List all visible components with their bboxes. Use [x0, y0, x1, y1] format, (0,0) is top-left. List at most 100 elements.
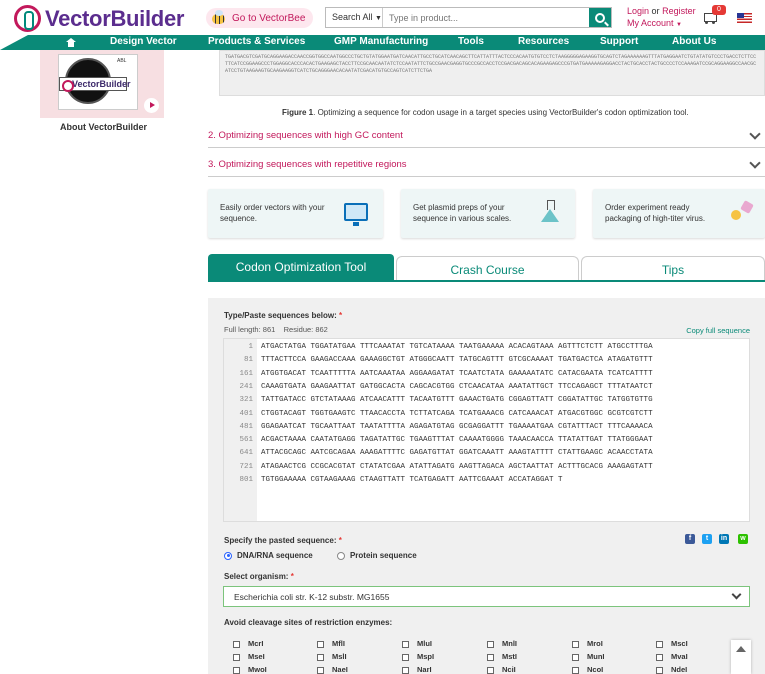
organism-select[interactable]: Escherichia coli str. K-12 substr. MG165…: [223, 586, 750, 607]
twitter-icon[interactable]: t: [702, 534, 712, 544]
line-number: 81: [243, 356, 253, 365]
line-number: 241: [239, 382, 253, 391]
nav-about-us[interactable]: About Us: [672, 36, 716, 47]
enzyme-checkbox[interactable]: MroI: [572, 639, 603, 648]
nav-products-services[interactable]: Products & Services: [208, 36, 305, 47]
enzyme-checkbox[interactable]: NciI: [487, 665, 516, 674]
enzyme-checkbox[interactable]: MslI: [317, 652, 347, 661]
required-mark: *: [339, 311, 343, 320]
enzyme-checkbox[interactable]: NcoI: [572, 665, 603, 674]
enzyme-checkbox[interactable]: MspI: [402, 652, 434, 661]
enzyme-checkbox[interactable]: MnlI: [487, 639, 517, 648]
about-video-thumbnail[interactable]: VectorBuilder ABL: [40, 50, 164, 118]
specify-label: Specify the pasted sequence: *: [224, 536, 342, 545]
search-button[interactable]: [589, 8, 611, 27]
search-scope-select[interactable]: Search All ▼: [326, 8, 383, 27]
nav-tools[interactable]: Tools: [458, 36, 484, 47]
checkbox[interactable]: [317, 653, 324, 661]
enzyme-checkbox[interactable]: McrI: [233, 639, 263, 648]
radio-protein[interactable]: Protein sequence: [336, 551, 417, 560]
nav-design-vector[interactable]: Design Vector: [110, 36, 177, 47]
chevron-down-icon: [749, 128, 761, 140]
promo-plasmid-preps[interactable]: Get plasmid preps of your sequence in va…: [401, 189, 575, 238]
accordion-repetitive-regions[interactable]: 3. Optimizing sequences with repetitive …: [208, 155, 765, 177]
checkbox[interactable]: [487, 666, 494, 674]
radio-button-selected[interactable]: [224, 551, 232, 560]
or-text: or: [651, 6, 660, 16]
chevron-down-icon: ▼: [676, 22, 682, 28]
checkbox[interactable]: [656, 653, 663, 661]
promo-order-vectors[interactable]: Easily order vectors with your sequence.: [208, 189, 383, 238]
checkbox[interactable]: [233, 640, 240, 648]
login-link[interactable]: Login: [627, 6, 649, 16]
enzyme-checkbox[interactable]: NaeI: [317, 665, 348, 674]
enzyme-checkbox[interactable]: MscI: [656, 639, 688, 648]
accordion-high-gc[interactable]: 2. Optimizing sequences with high GC con…: [208, 126, 765, 148]
enzyme-label: NarI: [417, 665, 432, 674]
checkbox[interactable]: [487, 653, 494, 661]
top-header: VectorBuilder Go to VectorBee Search All…: [0, 0, 765, 36]
radio-button[interactable]: [336, 551, 345, 560]
checkbox[interactable]: [572, 640, 579, 648]
enzyme-checkbox[interactable]: MflI: [317, 639, 345, 648]
checkbox[interactable]: [233, 653, 240, 661]
checkbox[interactable]: [233, 666, 240, 674]
enzyme-checkbox[interactable]: MseI: [233, 652, 265, 661]
play-icon[interactable]: [144, 98, 159, 113]
scroll-to-top-button[interactable]: [731, 640, 751, 674]
checkbox[interactable]: [656, 666, 663, 674]
go-to-vectorbee-link[interactable]: Go to VectorBee: [206, 8, 314, 28]
enzyme-checkbox[interactable]: NarI: [402, 665, 432, 674]
vectorbuilder-logo[interactable]: VectorBuilder: [14, 5, 184, 32]
required-mark: *: [338, 536, 342, 545]
checkbox[interactable]: [656, 640, 663, 648]
enzyme-label: NciI: [502, 665, 516, 674]
tab-codon-optimization-tool[interactable]: Codon Optimization Tool: [208, 254, 394, 281]
enzyme-checkbox[interactable]: MstI: [487, 652, 517, 661]
facebook-icon[interactable]: f: [685, 534, 695, 544]
home-icon[interactable]: [66, 38, 76, 47]
radio-dna-rna[interactable]: DNA/RNA sequence: [224, 551, 313, 560]
search-input[interactable]: [383, 8, 589, 27]
monitor-icon: [344, 203, 368, 226]
my-account-link[interactable]: My Account: [627, 18, 674, 28]
nav-gmp-manufacturing[interactable]: GMP Manufacturing: [334, 36, 428, 47]
line-number: 801: [239, 476, 253, 484]
tab-tips[interactable]: Tips: [581, 256, 765, 281]
linkedin-icon[interactable]: in: [719, 534, 729, 544]
promo-virus-packaging[interactable]: Order experiment ready packaging of high…: [593, 189, 765, 238]
nav-resources[interactable]: Resources: [518, 36, 569, 47]
wechat-icon[interactable]: w: [738, 534, 748, 544]
copy-full-sequence-link[interactable]: Copy full sequence: [686, 326, 750, 335]
enzyme-label: MseI: [248, 652, 265, 661]
full-length-label: Full length:: [224, 325, 261, 334]
enzyme-checkbox[interactable]: MunI: [572, 652, 605, 661]
checkbox[interactable]: [317, 666, 324, 674]
chevron-down-icon: ▼: [375, 15, 382, 22]
vectorbuilder-logo-icon: [14, 5, 41, 32]
enzyme-checkbox[interactable]: MvaI: [656, 652, 688, 661]
residue-label: Residue:: [283, 325, 314, 334]
register-link[interactable]: Register: [662, 6, 696, 16]
radio-dna-label: DNA/RNA sequence: [237, 551, 313, 560]
about-vectorbuilder-link[interactable]: About VectorBuilder: [60, 122, 147, 132]
checkbox[interactable]: [487, 640, 494, 648]
checkbox[interactable]: [402, 666, 409, 674]
enzyme-label: MflI: [332, 639, 345, 648]
enzyme-checkbox[interactable]: NdeI: [656, 665, 687, 674]
sequence-editor[interactable]: 1 ATGACTATGA TGGATATGAA TTTCAAATAT TGTCAT…: [223, 338, 750, 522]
search-icon: [595, 12, 605, 23]
nav-support[interactable]: Support: [600, 36, 638, 47]
checkbox[interactable]: [572, 653, 579, 661]
checkbox[interactable]: [572, 666, 579, 674]
checkbox[interactable]: [402, 640, 409, 648]
checkbox[interactable]: [317, 640, 324, 648]
line-number: 321: [239, 396, 253, 405]
us-flag-icon[interactable]: [737, 13, 752, 23]
checkbox[interactable]: [402, 653, 409, 661]
bee-icon: [210, 10, 228, 26]
enzyme-checkbox[interactable]: MluI: [402, 639, 432, 648]
tab-crash-course[interactable]: Crash Course: [396, 256, 579, 281]
enzyme-checkbox[interactable]: MwoI: [233, 665, 267, 674]
enzyme-label: MroI: [587, 639, 603, 648]
